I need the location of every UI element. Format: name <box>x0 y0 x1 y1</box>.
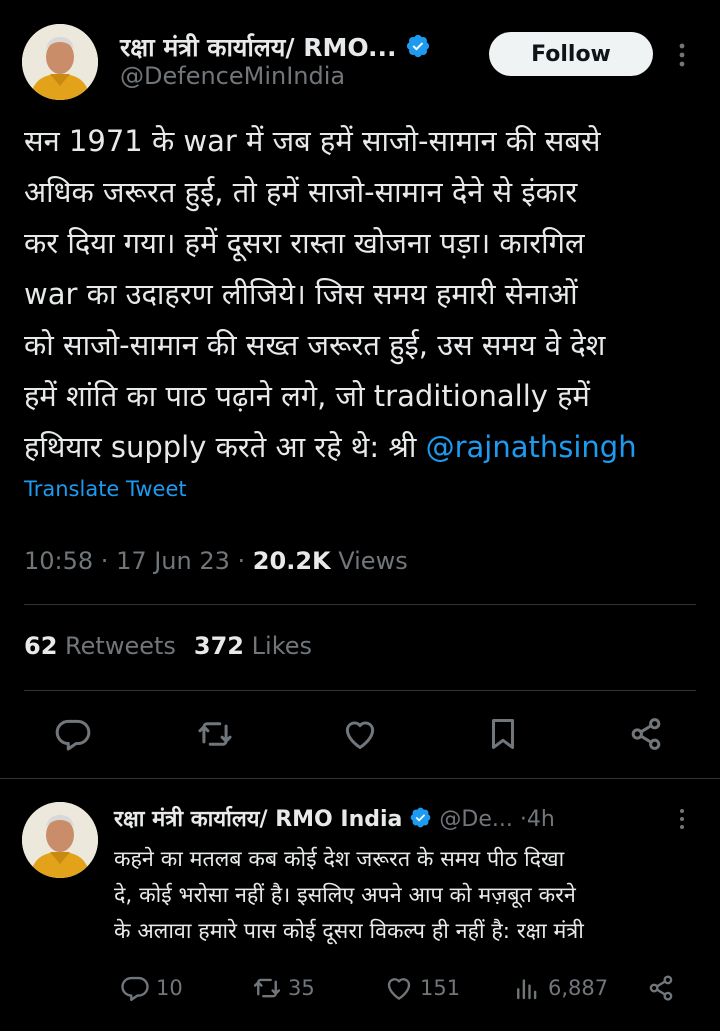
tweet-text-line: war का उदाहरण लीजिये। जिस समय हमारी सेना… <box>24 277 578 311</box>
reply-icon[interactable] <box>54 715 92 753</box>
engagement-stats: 62 Retweets 372 Likes <box>24 632 312 660</box>
reply-text-line: कहने का मतलब कब कोई देश जरूरत के समय पीठ… <box>114 847 565 872</box>
like-action[interactable]: 151 <box>384 972 460 1004</box>
retweet-count: 35 <box>288 976 315 1000</box>
share-icon <box>649 975 673 1001</box>
reply-count: 10 <box>156 976 183 1000</box>
share-action[interactable] <box>646 972 682 1004</box>
like-count: 151 <box>420 976 461 1000</box>
tweet-text-line: कर दिया गया। हमें दूसरा रास्ता खोजना पड़… <box>24 226 585 260</box>
analytics-icon <box>517 979 537 1000</box>
tweet-text-line: को साजो-सामान की सख्त जरूरत हुई, उस समय … <box>24 328 606 362</box>
reply-author-avatar[interactable] <box>22 802 98 878</box>
tweet-date[interactable]: 17 Jun 23 <box>116 547 230 575</box>
reply-author-name[interactable]: रक्षा मंत्री कार्यालय/ RMO India <box>114 807 402 832</box>
separator-dot: · <box>519 807 527 832</box>
views-count: 6,887 <box>548 976 609 1000</box>
verified-badge-icon <box>409 806 432 835</box>
tweet-text-line: अधिक जरूरत हुई, तो हमें साजो-सामान देने … <box>24 175 578 209</box>
tweet-text: सन 1971 के war में जब हमें साजो-सामान की… <box>24 116 704 473</box>
reply-icon <box>121 976 149 1002</box>
retweets-label: Retweets <box>65 632 176 660</box>
retweet-icon[interactable] <box>196 715 234 753</box>
tweet-text-line: हमें शांति का पाठ पढ़ाने लगे, जो traditi… <box>24 379 590 413</box>
tweet-text-line: हथियार supply करते आ रहे थे: श्री @rajna… <box>24 422 704 473</box>
like-icon[interactable] <box>341 715 379 753</box>
reply-author-handle[interactable]: @De... <box>439 807 512 832</box>
views-action[interactable]: 6,887 <box>512 972 608 1004</box>
reply-text-line: के अलावा हमारे पास कोई दूसरा विकल्प ही न… <box>114 919 584 944</box>
tweet-meta: 10:58 · 17 Jun 23 · 20.2K Views <box>24 547 408 575</box>
divider <box>24 690 696 691</box>
retweet-icon <box>253 978 281 998</box>
more-options-icon[interactable] <box>674 806 690 832</box>
author-avatar[interactable] <box>22 24 98 100</box>
author-name[interactable]: रक्षा मंत्री कार्यालय/ RMO... <box>120 33 397 62</box>
tweet-text-segment: हथियार supply करते आ रहे थे: श्री <box>24 430 426 464</box>
divider <box>24 604 696 605</box>
tweet-text-line: सन 1971 के war में जब हमें साजो-सामान की… <box>24 124 601 158</box>
mention-link[interactable]: @rajnathsingh <box>426 430 637 464</box>
author-handle[interactable]: @DefenceMinIndia <box>120 62 345 90</box>
translate-tweet-link[interactable]: Translate Tweet <box>24 477 187 501</box>
tweet-time[interactable]: 10:58 <box>24 547 93 575</box>
avatar-image <box>22 24 98 100</box>
share-icon[interactable] <box>627 715 665 753</box>
author-name-row[interactable]: रक्षा मंत्री कार्यालय/ RMO... <box>120 30 431 65</box>
retweets-count: 62 <box>24 632 58 660</box>
bookmark-icon[interactable] <box>484 715 522 753</box>
views-label: Views <box>338 547 408 575</box>
reply-action[interactable]: 10 <box>120 972 183 1004</box>
likes-count: 372 <box>193 632 245 660</box>
likes-label: Likes <box>251 632 313 660</box>
verified-badge-icon <box>405 33 431 65</box>
reply-time[interactable]: 4h <box>527 807 555 832</box>
reply-text-line: दे, कोई भरोसा नहीं है। इसलिए अपने आप को … <box>114 883 576 908</box>
follow-button[interactable]: Follow <box>489 32 653 76</box>
retweet-action[interactable]: 35 <box>252 972 315 1004</box>
avatar-image <box>22 802 98 878</box>
reply-text: कहने का मतलब कब कोई देश जरूरत के समय पीठ… <box>114 842 704 950</box>
like-icon <box>387 978 411 1000</box>
reply-header: रक्षा मंत्री कार्यालय/ RMO India @De... … <box>114 803 555 835</box>
retweets-stat[interactable]: 62 Retweets <box>24 632 176 660</box>
likes-stat[interactable]: 372 Likes <box>194 632 312 660</box>
divider <box>0 778 720 779</box>
more-options-icon[interactable] <box>672 40 692 70</box>
views-count: 20.2K <box>252 547 331 575</box>
